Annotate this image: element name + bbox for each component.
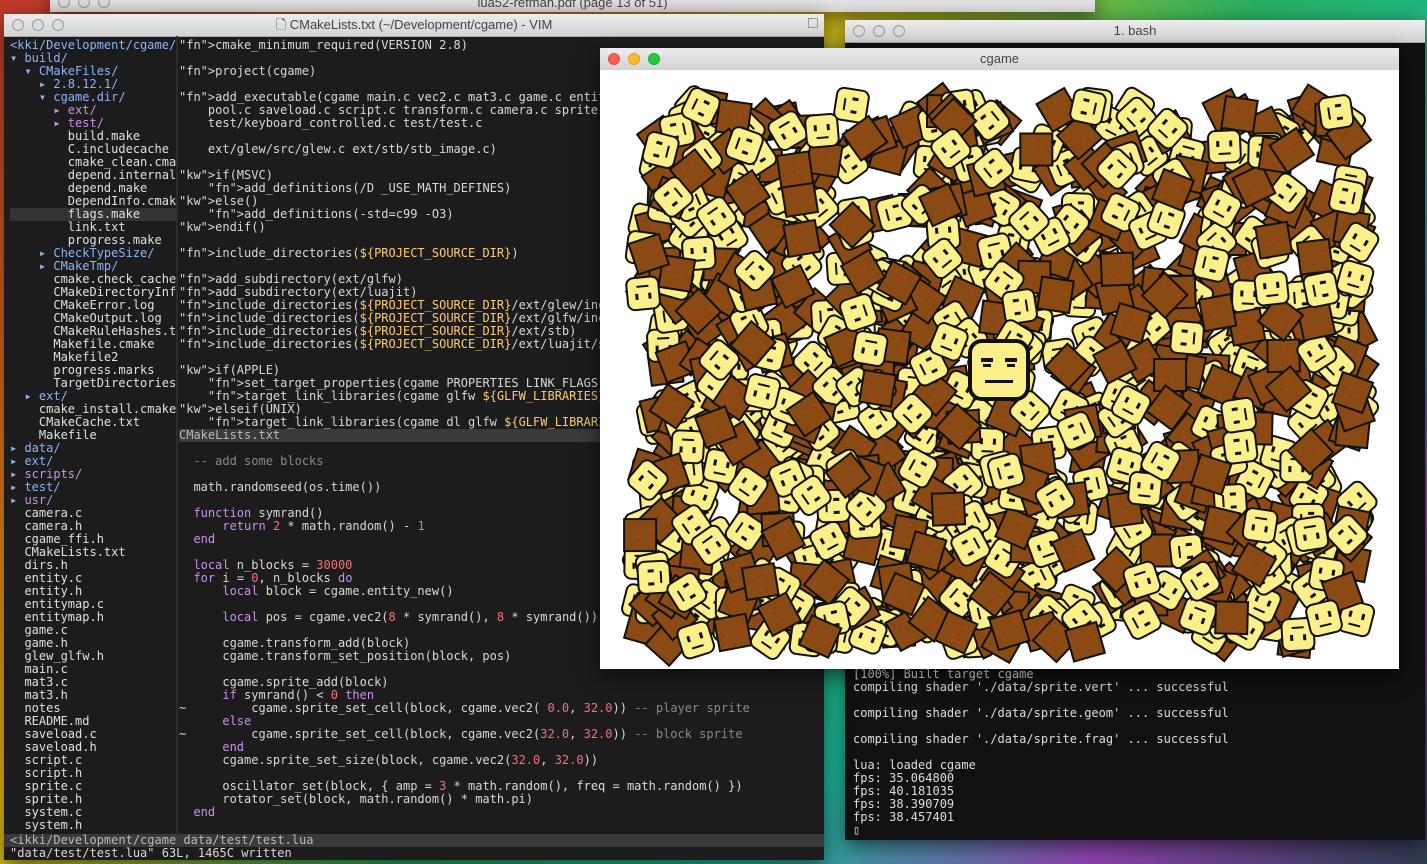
close-button[interactable] xyxy=(853,25,865,37)
player-sprite xyxy=(1222,428,1259,465)
player-sprite xyxy=(1220,396,1257,434)
command-line[interactable]: <ikki/Development/cgame data/test/test.l… xyxy=(4,834,824,860)
code-line[interactable]: ~ cgame.sprite_set_cell(block, cgame.vec… xyxy=(179,728,824,741)
close-button[interactable] xyxy=(58,0,70,8)
player-sprite xyxy=(1169,320,1205,356)
block-sprite xyxy=(712,612,753,653)
pdf-window-title: lua52-refman.pdf (page 13 of 51) xyxy=(477,0,668,10)
terminal-window-title: 1. bash xyxy=(1113,23,1157,38)
block-sprite xyxy=(1036,275,1075,315)
minimize-button[interactable] xyxy=(628,53,640,65)
player-sprite xyxy=(1305,599,1343,638)
main-player-sprite xyxy=(968,339,1030,401)
pdf-titlebar[interactable]: lua52-refman.pdf (page 13 of 51) xyxy=(50,0,1095,12)
block-sprite xyxy=(623,518,658,553)
player-sprite xyxy=(804,112,840,149)
minimize-button[interactable] xyxy=(78,0,90,8)
player-sprite xyxy=(1292,515,1330,552)
player-sprite xyxy=(641,131,680,169)
player-sprite xyxy=(1206,129,1242,165)
tree-file-item[interactable]: system.h xyxy=(10,819,176,832)
player-sprite xyxy=(987,452,1026,491)
player-sprite xyxy=(743,373,782,411)
pdf-viewer-window[interactable]: lua52-refman.pdf (page 13 of 51) xyxy=(50,0,1095,12)
terminal-line: compiling shader './data/sprite.vert' ..… xyxy=(853,680,1229,694)
command-message: "data/test/test.lua" 63L, 1465C written xyxy=(10,846,292,860)
zoom-button[interactable] xyxy=(648,53,660,65)
close-button[interactable] xyxy=(12,19,24,31)
block-sprite xyxy=(1254,220,1294,260)
game-canvas[interactable] xyxy=(600,70,1399,669)
minimize-button[interactable] xyxy=(32,19,44,31)
document-icon: 🗋 xyxy=(275,17,290,32)
terminal-line: compiling shader './data/sprite.frag' ..… xyxy=(853,732,1229,746)
player-sprite xyxy=(636,559,672,595)
player-sprite xyxy=(625,275,661,312)
code-line[interactable]: end xyxy=(179,806,824,819)
code-line[interactable]: rotator_set(block, math.random() * math.… xyxy=(179,793,824,806)
terminal-line: ▯ xyxy=(853,823,861,837)
terminal-line: compiling shader './data/sprite.geom' ..… xyxy=(853,706,1229,720)
cgame-window[interactable]: cgame xyxy=(600,48,1399,669)
block-sprite xyxy=(1099,251,1135,287)
zoom-button[interactable] xyxy=(893,25,905,37)
code-line[interactable]: cgame.sprite_set_size(block, cgame.vec2(… xyxy=(179,754,824,767)
close-button[interactable] xyxy=(608,53,620,65)
zoom-button[interactable] xyxy=(98,0,110,8)
player-sprite xyxy=(1302,270,1340,308)
vertical-split-divider[interactable] xyxy=(176,36,178,834)
player-sprite xyxy=(1253,270,1290,307)
player-sprite xyxy=(1001,288,1038,325)
cgame-titlebar[interactable]: cgame xyxy=(600,48,1399,71)
vim-titlebar[interactable]: 🗋 CMakeLists.txt (~/Development/cgame) -… xyxy=(4,14,824,37)
block-sprite xyxy=(775,150,815,189)
block-sprite xyxy=(1295,237,1334,276)
player-sprite xyxy=(1241,507,1279,544)
fullscreen-icon[interactable] xyxy=(808,18,818,28)
block-sprite xyxy=(740,562,780,602)
block-sprite xyxy=(930,491,967,527)
terminal-titlebar[interactable]: 1. bash xyxy=(845,20,1425,43)
block-sprite xyxy=(1266,338,1301,374)
player-sprite xyxy=(1317,94,1355,131)
player-sprite xyxy=(1069,88,1107,126)
block-sprite xyxy=(1153,357,1188,393)
block-sprite xyxy=(782,218,822,259)
block-sprite xyxy=(1019,132,1054,167)
cgame-window-title: cgame xyxy=(979,51,1020,66)
zoom-button[interactable] xyxy=(52,19,64,31)
code-line[interactable]: ~ cgame.sprite_set_cell(block, cgame.vec… xyxy=(179,702,824,715)
minimize-button[interactable] xyxy=(873,25,885,37)
block-sprite xyxy=(1197,292,1238,333)
nerdtree-file-tree[interactable]: <kki/Development/cgame/▾ build/ ▾ CMakeF… xyxy=(4,36,176,834)
game-scene xyxy=(621,81,1381,668)
block-sprite xyxy=(858,368,898,408)
player-sprite xyxy=(851,330,889,368)
player-sprite xyxy=(1328,178,1366,216)
block-sprite xyxy=(1214,600,1250,636)
block-sprite xyxy=(1296,301,1337,342)
block-sprite xyxy=(1220,94,1259,134)
terminal-line: fps: 38.457401 xyxy=(853,810,955,824)
vim-window-title: CMakeLists.txt (~/Development/cgame) - V… xyxy=(289,17,553,32)
